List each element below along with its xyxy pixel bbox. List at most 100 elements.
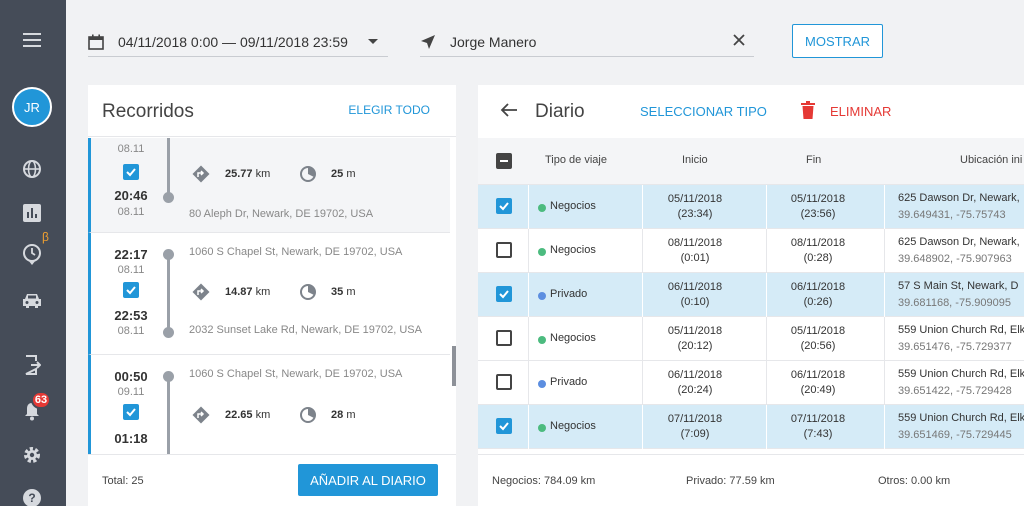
timer-icon xyxy=(299,283,317,306)
arrow-left-icon[interactable] xyxy=(500,102,518,123)
end-time: (20:49) xyxy=(800,384,836,396)
row-checkbox[interactable] xyxy=(496,374,512,390)
end-date: 08/11/2018 xyxy=(790,237,846,249)
trip-type-dot xyxy=(538,204,546,212)
delete-button[interactable]: ELIMINAR xyxy=(830,104,891,119)
trip-duration: 35 m xyxy=(331,286,355,298)
end-date: 05/11/2018 xyxy=(790,193,846,205)
end-date: 06/11/2018 xyxy=(790,281,846,293)
start-time: (23:34) xyxy=(677,208,713,220)
end-time: (0:28) xyxy=(803,252,833,264)
start-location: 559 Union Church Rd, Elk xyxy=(898,412,1024,424)
calendar-icon xyxy=(88,34,104,50)
table-row[interactable]: Negocios 05/11/2018 (20:12) 05/11/2018 (20:5… xyxy=(478,317,1024,361)
trip-type: Negocios xyxy=(550,420,596,432)
column-header-start[interactable]: Inicio xyxy=(682,154,708,166)
column-divider xyxy=(884,185,885,229)
date-range-picker[interactable]: 04/11/2018 0:00 — 09/11/2018 23:59 xyxy=(88,27,388,57)
start-date: 05/11/2018 xyxy=(667,193,723,205)
row-checkbox[interactable] xyxy=(496,242,512,258)
trash-icon[interactable] xyxy=(800,101,816,124)
trip-checkbox[interactable] xyxy=(123,282,139,298)
trip-type-dot xyxy=(538,292,546,300)
trip-start-address: 1060 S Chapel St, Newark, DE 19702, USA xyxy=(189,368,403,380)
trips-total: Total: 25 xyxy=(102,475,144,487)
column-divider xyxy=(884,361,885,405)
trip-item[interactable]: 08.11 20:46 08.11 25.77 km 25 m 80 Aleph… xyxy=(88,138,450,233)
logout-icon[interactable] xyxy=(20,353,44,377)
trip-item[interactable]: 00:50 09.11 01:18 1060 S Chapel St, Newa… xyxy=(88,355,450,454)
select-all-button[interactable]: ELEGIR TODO xyxy=(348,103,430,117)
navigation-arrow-icon xyxy=(420,34,436,50)
trip-distance-unit: km xyxy=(255,286,271,298)
column-divider xyxy=(528,361,529,405)
trip-start-date: 08.11 xyxy=(117,264,145,276)
trip-distance: 25.77 km xyxy=(225,168,270,180)
column-divider xyxy=(884,229,885,273)
table-row[interactable]: Negocios 07/11/2018 (7:09) 07/11/2018 (7:43)… xyxy=(478,405,1024,449)
bar-chart-icon[interactable] xyxy=(20,201,44,225)
row-checkbox[interactable] xyxy=(496,330,512,346)
trip-distance: 14.87 km xyxy=(225,286,270,298)
trips-panel: Recorridos ELEGIR TODO 08.11 20:46 08.11… xyxy=(88,85,456,506)
table-row[interactable]: Negocios 08/11/2018 (0:01) 08/11/2018 (0:28)… xyxy=(478,229,1024,273)
column-divider xyxy=(642,317,643,361)
column-header-trip-type[interactable]: Tipo de viaje xyxy=(545,154,607,166)
avatar[interactable]: JR xyxy=(12,87,52,127)
column-header-start-location[interactable]: Ubicación ini xyxy=(960,154,1022,166)
car-icon[interactable] xyxy=(20,289,44,313)
select-all-checkbox[interactable] xyxy=(496,153,512,169)
trip-type-dot xyxy=(538,380,546,388)
help-icon[interactable]: ? xyxy=(20,486,44,506)
diary-title: Diario xyxy=(535,101,585,122)
trip-duration-unit: m xyxy=(346,409,356,421)
trip-end-date: 08.11 xyxy=(117,206,145,218)
start-coordinates: 39.648902, -75.907963 xyxy=(898,253,1012,265)
clock-pin-icon[interactable] xyxy=(20,243,44,267)
row-checkbox[interactable] xyxy=(496,286,512,302)
driver-field[interactable]: Jorge Manero xyxy=(420,27,754,57)
gear-icon[interactable] xyxy=(20,443,44,467)
column-header-end[interactable]: Fin xyxy=(806,154,821,166)
chevron-down-icon[interactable] xyxy=(368,39,378,44)
trip-end-address: 80 Aleph Dr, Newark, DE 19702, USA xyxy=(189,208,374,220)
diary-table: Tipo de viaje Inicio Fin Ubicación ini N… xyxy=(478,138,1024,449)
trip-checkbox[interactable] xyxy=(123,404,139,420)
start-coordinates: 39.649431, -75.75743 xyxy=(898,209,1006,221)
end-date: 05/11/2018 xyxy=(790,325,846,337)
trip-start-address: 1060 S Chapel St, Newark, DE 19702, USA xyxy=(189,246,403,258)
menu-icon[interactable] xyxy=(20,28,44,52)
row-checkbox[interactable] xyxy=(496,418,512,434)
start-datetime: 07/11/2018 (7:09) xyxy=(650,412,740,442)
start-coordinates: 39.651469, -75.729445 xyxy=(898,429,1012,441)
row-checkbox[interactable] xyxy=(496,198,512,214)
close-icon[interactable] xyxy=(732,33,746,52)
column-divider xyxy=(642,405,643,449)
column-divider xyxy=(766,361,767,405)
end-datetime: 06/11/2018 (20:49) xyxy=(773,368,863,398)
column-divider xyxy=(766,405,767,449)
trip-duration-unit: m xyxy=(346,286,356,298)
globe-icon[interactable] xyxy=(20,157,44,181)
show-button[interactable]: MOSTRAR xyxy=(792,24,883,58)
add-to-diary-button[interactable]: AÑADIR AL DIARIO xyxy=(298,464,438,496)
table-row[interactable]: Privado 06/11/2018 (20:24) 06/11/2018 (20:49… xyxy=(478,361,1024,405)
table-row[interactable]: Privado 06/11/2018 (0:10) 06/11/2018 (0:26) 5… xyxy=(478,273,1024,317)
business-total: Negocios: 784.09 km xyxy=(492,475,596,487)
private-total: Privado: 77.59 km xyxy=(686,475,775,487)
start-date: 05/11/2018 xyxy=(667,325,723,337)
select-type-button[interactable]: SELECCIONAR TIPO xyxy=(640,104,767,119)
start-datetime: 08/11/2018 (0:01) xyxy=(650,236,740,266)
svg-text:?: ? xyxy=(28,491,35,505)
trip-list-scrollbar[interactable] xyxy=(452,346,456,386)
start-time: (0:01) xyxy=(680,252,710,264)
trip-item[interactable]: 22:17 08.11 22:53 08.11 1060 S Chapel St… xyxy=(88,233,450,355)
trip-type-dot xyxy=(538,336,546,344)
end-datetime: 08/11/2018 (0:28) xyxy=(773,236,863,266)
start-coordinates: 39.681168, -75.909095 xyxy=(898,297,1011,309)
table-row[interactable]: Negocios 05/11/2018 (23:34) 05/11/2018 (23:5… xyxy=(478,185,1024,229)
column-divider xyxy=(884,317,885,361)
trip-type: Negocios xyxy=(550,244,596,256)
trip-checkbox[interactable] xyxy=(123,164,139,180)
start-coordinates: 39.651476, -75.729377 xyxy=(898,341,1012,353)
